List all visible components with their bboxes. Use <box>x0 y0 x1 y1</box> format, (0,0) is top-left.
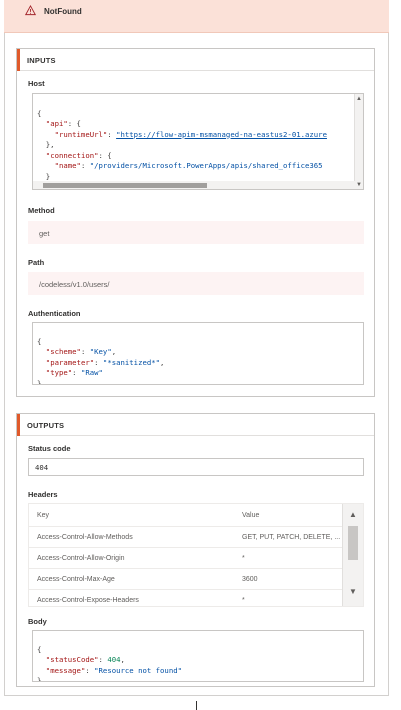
scroll-thumb[interactable] <box>348 526 358 560</box>
table-row: Access-Control-Max-Age 3600 <box>29 569 342 590</box>
header-value: 3600 <box>242 576 258 583</box>
path-label: Path <box>28 258 45 267</box>
scroll-down-arrow[interactable]: ▼ <box>356 182 362 188</box>
headers-label: Headers <box>28 490 58 499</box>
code-line: { <box>37 108 42 118</box>
action-status-title: NotFound <box>44 7 82 16</box>
action-header[interactable]: NotFound <box>4 0 389 33</box>
header-value: * <box>242 597 245 604</box>
header-value: GET, PUT, PATCH, DELETE, ... <box>242 534 341 541</box>
scroll-up-arrow[interactable]: ▲ <box>356 96 362 102</box>
table-row: Access-Control-Allow-Origin * <box>29 548 342 569</box>
body-code: { "statusCode": 404, "message": "Resourc… <box>37 634 182 682</box>
outputs-section-label: OUTPUTS <box>27 421 65 430</box>
header-key: Access-Control-Max-Age <box>37 576 115 583</box>
column-header-key: Key <box>37 512 50 519</box>
section-accent-bar <box>17 49 20 71</box>
method-value: get <box>39 229 50 238</box>
path-value-box: /codeless/v1.0/users/ <box>28 272 364 295</box>
headers-table: Key Value Access-Control-Allow-Methods G… <box>28 503 364 607</box>
authentication-code: { "scheme": "Key", "parameter": "*saniti… <box>37 326 164 385</box>
scroll-thumb[interactable] <box>43 183 207 188</box>
code-line: "parameter": "*sanitized*", <box>45 357 165 367</box>
header-key: Access-Control-Allow-Methods <box>37 534 133 541</box>
code-line: "connection": { <box>45 150 112 160</box>
warning-icon <box>25 5 36 16</box>
code-line: "message": "Resource not found" <box>45 665 183 675</box>
code-line: } <box>37 676 42 682</box>
code-line: { <box>37 336 42 346</box>
code-line: { <box>37 644 42 654</box>
inputs-section-label: INPUTS <box>27 56 56 65</box>
host-label: Host <box>28 79 45 88</box>
code-line: "name": "/providers/Microsoft.PowerApps/… <box>54 161 323 170</box>
body-code-box[interactable]: { "statusCode": 404, "message": "Resourc… <box>32 630 364 682</box>
host-horizontal-scrollbar[interactable] <box>33 181 355 189</box>
status-code-label: Status code <box>28 444 71 453</box>
outputs-section-header: OUTPUTS <box>17 414 374 436</box>
header-key: Access-Control-Expose-Headers <box>37 597 139 604</box>
headers-table-head: Key Value <box>29 504 342 527</box>
method-label: Method <box>28 206 55 215</box>
code-line: "scheme": "Key", <box>45 347 117 356</box>
code-line: "runtimeUrl": "https://flow-apim-msmanag… <box>54 129 327 139</box>
code-line: } <box>37 378 42 385</box>
inputs-section-header: INPUTS <box>17 49 374 71</box>
body-label: Body <box>28 617 47 626</box>
connector-line <box>196 701 197 710</box>
code-line: "statusCode": 404, <box>45 655 125 664</box>
header-key: Access-Control-Allow-Origin <box>37 555 125 562</box>
table-row: Access-Control-Expose-Headers * <box>29 590 342 606</box>
code-line: }, <box>37 140 55 149</box>
code-line: } <box>37 171 51 181</box>
table-row: Access-Control-Allow-Methods GET, PUT, P… <box>29 527 342 548</box>
authentication-label: Authentication <box>28 309 81 318</box>
code-line: "type": "Raw" <box>45 368 103 377</box>
section-accent-bar <box>17 414 20 436</box>
scroll-up-arrow[interactable]: ▲ <box>349 511 357 519</box>
status-code-value: 404 <box>35 463 49 472</box>
host-code: { "api": { "runtimeUrl": "https://flow-a… <box>37 98 327 190</box>
scroll-down-arrow[interactable]: ▼ <box>349 588 357 596</box>
path-value: /codeless/v1.0/users/ <box>39 280 110 289</box>
authentication-code-box[interactable]: { "scheme": "Key", "parameter": "*saniti… <box>32 322 364 385</box>
header-value: * <box>242 555 245 562</box>
column-header-value: Value <box>242 512 260 519</box>
headers-vertical-scrollbar[interactable]: ▲ ▼ <box>342 504 363 606</box>
host-vertical-scrollbar[interactable]: ▲ ▼ <box>354 94 363 189</box>
code-line: "api": { <box>45 119 81 128</box>
host-code-box[interactable]: { "api": { "runtimeUrl": "https://flow-a… <box>32 93 364 190</box>
status-code-field[interactable]: 404 <box>28 458 364 476</box>
method-value-box: get <box>28 221 364 244</box>
